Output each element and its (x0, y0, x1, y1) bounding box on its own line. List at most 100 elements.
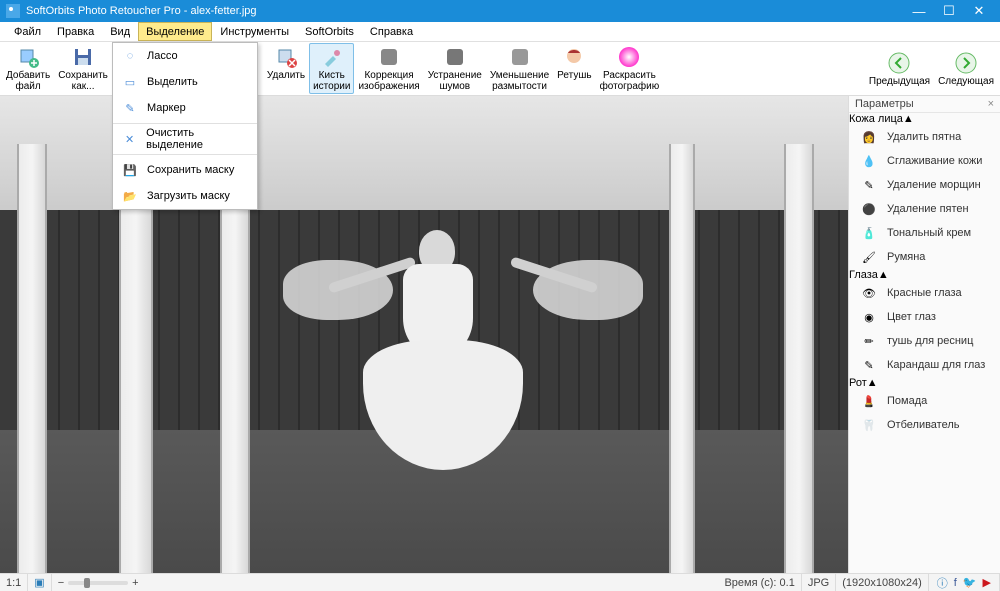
menu-item-1[interactable]: ▭ Выделить (113, 69, 257, 95)
tool-label: Сохранить как... (58, 70, 108, 92)
menu-item-label: Маркер (147, 102, 186, 114)
tool-label: Коррекция изображения (358, 70, 419, 92)
collapse-icon: ▲ (903, 113, 914, 125)
side-tool-icon: 💧 (861, 153, 877, 169)
parameters-title: Параметры (855, 98, 914, 110)
tool-del[interactable]: Удалить (263, 43, 309, 83)
blur-icon (508, 45, 532, 69)
side-tool-icon: ◉ (861, 309, 877, 325)
side-tool-icon: ✎ (861, 357, 877, 373)
side-tool[interactable]: 🖌 Румяна (849, 245, 1000, 269)
menu-выделение[interactable]: Выделение (138, 22, 212, 41)
side-tool-label: Отбеливатель (887, 419, 960, 431)
tool-label: Следующая (938, 76, 994, 87)
tool-prev[interactable]: Предыдущая (865, 49, 934, 89)
tool-noise[interactable]: Устранение шумов (424, 43, 486, 94)
menu-item-4[interactable]: 💾 Сохранить маску (113, 157, 257, 183)
menu-справка[interactable]: Справка (362, 22, 421, 41)
tool-face[interactable]: Ретушь (553, 43, 595, 83)
menu-item-0[interactable]: ◌Лассо (113, 43, 257, 69)
section-header[interactable]: Глаза▲ (849, 269, 1000, 281)
collapse-icon: ▲ (878, 269, 889, 281)
close-panel-icon[interactable]: × (988, 98, 994, 110)
side-tool[interactable]: 🧴Тональный крем (849, 221, 1000, 245)
side-tool[interactable]: 💧 Сглаживание кожи (849, 149, 1000, 173)
tool-plus[interactable]: Добавить файл (2, 43, 54, 94)
side-tool-icon: 🖌 (861, 249, 877, 265)
tool-color[interactable]: Раскрасить фотографию (596, 43, 664, 94)
zoom-in-icon[interactable]: + (132, 577, 138, 589)
menu-item-icon: ▭ (121, 73, 139, 91)
twitter-icon[interactable]: 🐦 (963, 576, 977, 589)
side-tool[interactable]: ◉ Цвет глаз (849, 305, 1000, 329)
tool-label: Раскрасить фотографию (600, 70, 660, 92)
side-tool-label: Румяна (887, 251, 925, 263)
zoom-slider[interactable]: − + (52, 574, 145, 591)
side-tool-label: Тональный крем (887, 227, 971, 239)
minimize-button[interactable]: — (904, 0, 934, 22)
side-tool[interactable]: 👁 Красные глаза (849, 281, 1000, 305)
menu-softorbits[interactable]: SoftOrbits (297, 22, 362, 41)
side-tool-icon: 👁 (861, 285, 877, 301)
menu-item-label: Выделить (147, 76, 198, 88)
side-tool-label: Красные глаза (887, 287, 962, 299)
side-tool[interactable]: ⚫Удаление пятен (849, 197, 1000, 221)
status-format: JPG (802, 574, 836, 591)
menu-правка[interactable]: Правка (49, 22, 102, 41)
side-tool-icon: 🦷 (861, 417, 877, 433)
menu-item-label: Очистить выделение (146, 127, 249, 151)
tool-label: Добавить файл (6, 70, 50, 92)
side-tool-icon: ✎ (861, 177, 877, 193)
menu-item-5[interactable]: 📂 Загрузить маску (113, 183, 257, 209)
menu-вид[interactable]: Вид (102, 22, 138, 41)
tool-blur[interactable]: Уменьшение размытости (486, 43, 553, 94)
section-header[interactable]: Рот▲ (849, 377, 1000, 389)
section-title: Кожа лица (849, 113, 903, 125)
info-icon[interactable]: ⓘ (937, 575, 948, 591)
tool-next[interactable]: Следующая (934, 49, 998, 89)
side-tool-icon: 👩 (861, 129, 877, 145)
app-icon (6, 4, 20, 18)
parameters-panel: Параметры × Кожа лица▲👩Удалить пятна💧Сгл… (848, 96, 1000, 573)
side-tool[interactable]: ✎Удаление морщин (849, 173, 1000, 197)
zoom-out-icon[interactable]: − (58, 577, 64, 589)
side-tool-label: Сглаживание кожи (887, 155, 982, 167)
tool-brush[interactable]: Кисть истории (309, 43, 354, 94)
side-tool[interactable]: 🦷 Отбеливатель (849, 413, 1000, 437)
side-tool[interactable]: ✎ Карандаш для глаз (849, 353, 1000, 377)
tool-disk[interactable]: Сохранить как... (54, 43, 112, 94)
menu-item-3[interactable]: ✕Очистить выделение (113, 126, 257, 152)
youtube-icon[interactable]: ▶ (983, 576, 991, 589)
side-tool-label: Цвет глаз (887, 311, 936, 323)
side-tool-label: Карандаш для глаз (887, 359, 985, 371)
menu-item-icon: 💾 (121, 161, 139, 179)
menu-item-label: Сохранить маску (147, 164, 234, 176)
menu-item-icon: ◌ (121, 47, 139, 65)
zoom-ratio[interactable]: 1:1 (0, 574, 28, 591)
menu-item-icon: 📂 (121, 187, 139, 205)
menu-item-label: Загрузить маску (147, 190, 230, 202)
status-time: Время (с): 0.1 (718, 574, 801, 591)
menu-файл[interactable]: Файл (6, 22, 49, 41)
next-icon (954, 51, 978, 75)
close-button[interactable]: ✕ (964, 0, 994, 22)
menu-инструменты[interactable]: Инструменты (212, 22, 297, 41)
maximize-button[interactable]: ☐ (934, 0, 964, 22)
plus-icon (16, 45, 40, 69)
statusbar: 1:1 ▣ − + Время (с): 0.1 JPG (1920x1080x… (0, 573, 1000, 591)
side-tool[interactable]: ✏тушь для ресниц (849, 329, 1000, 353)
side-tool[interactable]: 💄 Помада (849, 389, 1000, 413)
section-title: Рот (849, 377, 867, 389)
section-header[interactable]: Кожа лица▲ (849, 113, 1000, 125)
section-title: Глаза (849, 269, 878, 281)
disk-icon (71, 45, 95, 69)
tool-levels[interactable]: Коррекция изображения (354, 43, 423, 94)
tool-label: Кисть истории (313, 70, 350, 92)
facebook-icon[interactable]: f (954, 577, 957, 589)
tool-label: Устранение шумов (428, 70, 482, 92)
side-tool-icon: 💄 (861, 393, 877, 409)
side-tool-label: Помада (887, 395, 927, 407)
side-tool[interactable]: 👩Удалить пятна (849, 125, 1000, 149)
fit-button[interactable]: ▣ (28, 574, 51, 591)
menu-item-2[interactable]: ✎Маркер (113, 95, 257, 121)
